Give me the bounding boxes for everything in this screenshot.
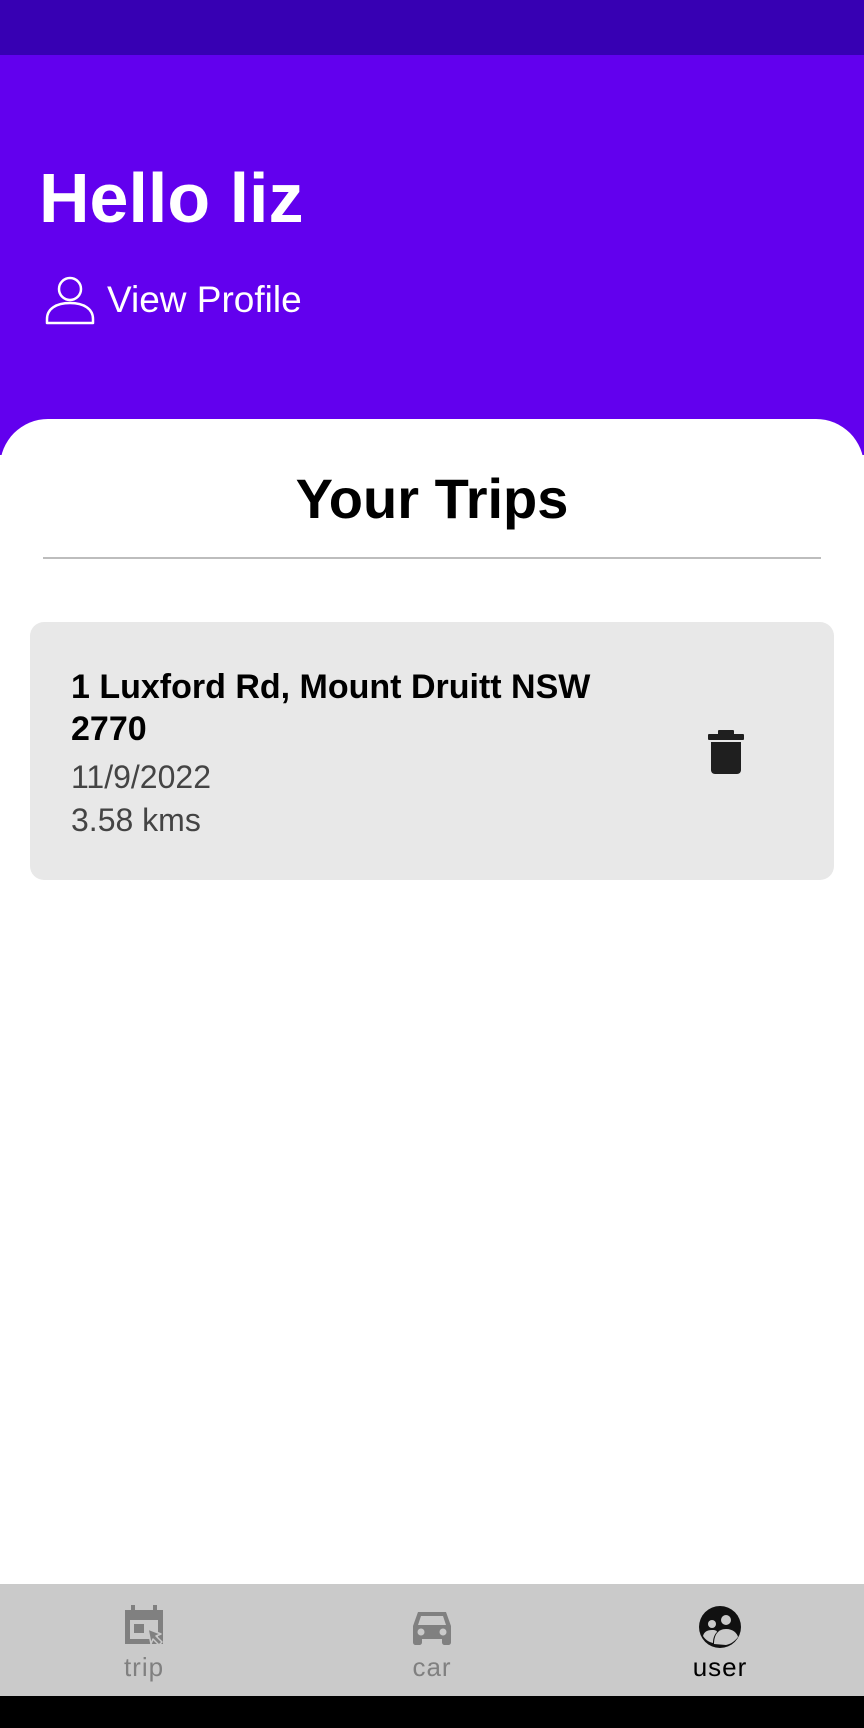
view-profile-label: View Profile xyxy=(107,279,302,320)
nav-label-car: car xyxy=(412,1652,452,1682)
nav-label-user: user xyxy=(692,1652,748,1682)
nav-item-user[interactable]: user xyxy=(576,1584,864,1696)
calendar-click-icon xyxy=(125,1605,163,1646)
nav-item-trip[interactable]: trip xyxy=(0,1584,288,1696)
person-outline-icon xyxy=(45,276,95,325)
divider xyxy=(43,557,821,559)
trip-date: 11/9/2022 xyxy=(71,759,211,795)
nav-item-car[interactable]: car xyxy=(288,1584,576,1696)
trip-card[interactable]: 1 Luxford Rd, Mount Druitt NSW 2770 11/9… xyxy=(30,622,834,880)
user-group-icon xyxy=(699,1606,741,1648)
trip-address: 1 Luxford Rd, Mount Druitt NSW 2770 xyxy=(71,668,591,748)
delete-trip-button[interactable] xyxy=(681,722,771,782)
bottom-navigation: trip car user xyxy=(0,1584,864,1696)
trash-icon xyxy=(708,730,744,774)
section-title: Your Trips xyxy=(295,467,569,530)
trips-sheet: Your Trips 1 Luxford Rd, Mount Druitt NS… xyxy=(0,419,864,1584)
trip-distance: 3.58 kms xyxy=(71,802,201,838)
car-icon xyxy=(413,1612,451,1645)
greeting-title: Hello liz xyxy=(39,159,304,237)
nav-label-trip: trip xyxy=(123,1652,165,1682)
header: Hello liz View Profile xyxy=(0,55,864,455)
system-navigation-bar xyxy=(0,1696,864,1728)
status-bar xyxy=(0,0,864,55)
view-profile-button[interactable]: View Profile xyxy=(44,270,302,330)
